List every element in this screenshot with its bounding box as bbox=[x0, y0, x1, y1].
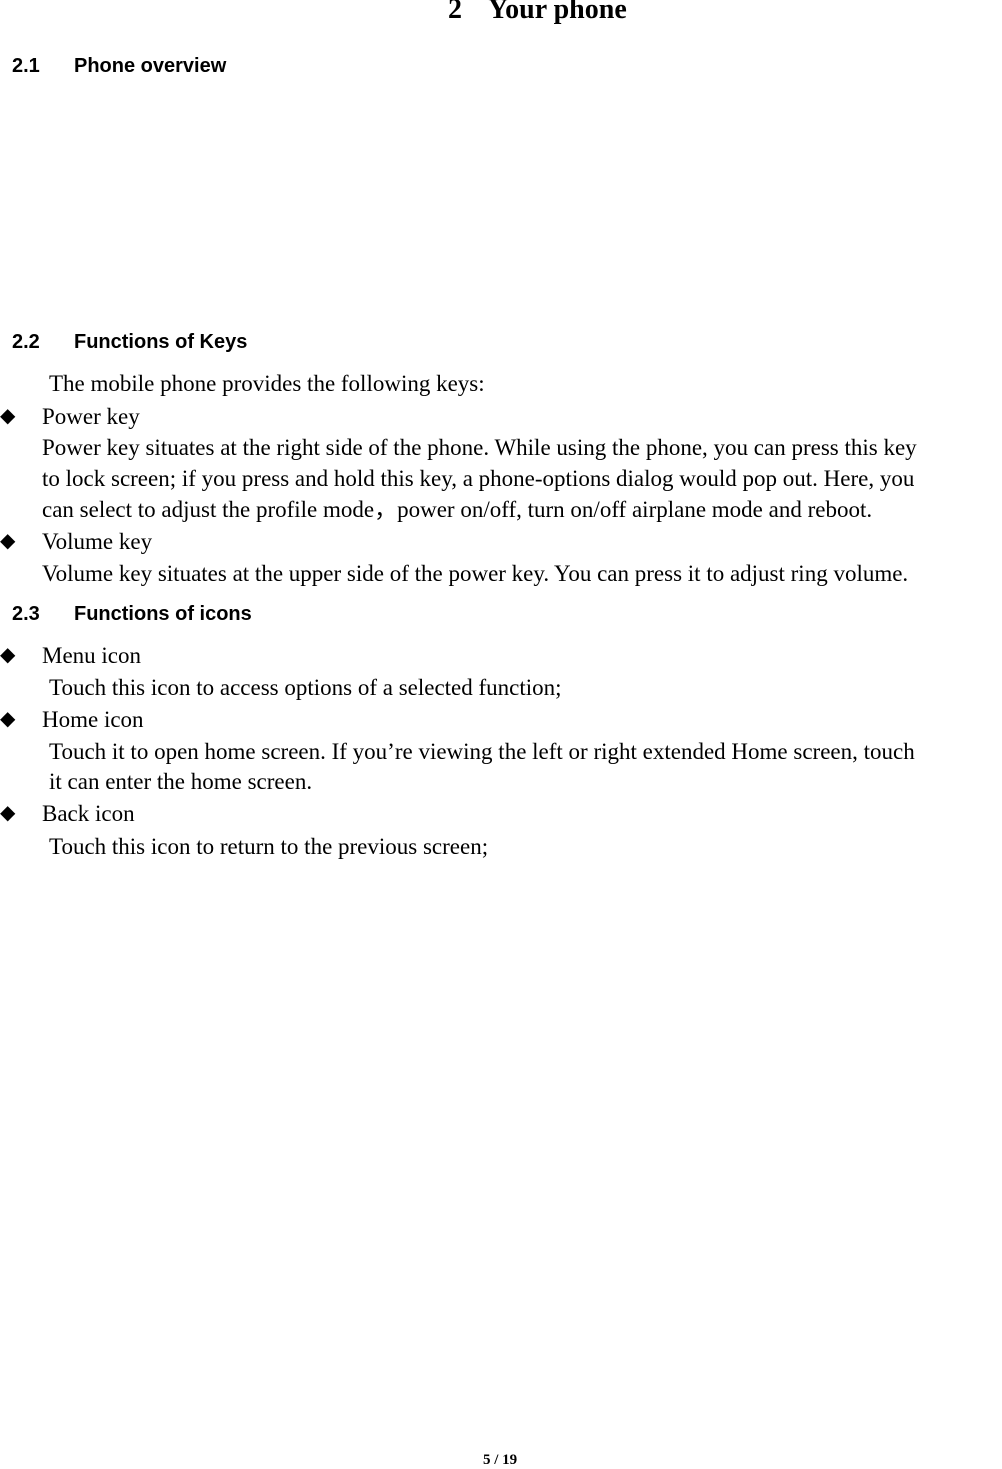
section-title: Phone overview bbox=[74, 55, 227, 77]
section-title: Functions of Keys bbox=[74, 331, 248, 353]
section-number: 2.2 bbox=[12, 331, 40, 353]
diamond-bullet-icon: ◆ bbox=[0, 802, 16, 824]
home-icon-label: Home icon bbox=[42, 707, 144, 732]
section-heading-functions-of-icons: 2.3 Functions of icons bbox=[12, 603, 252, 626]
section-title: Functions of icons bbox=[74, 603, 252, 625]
chapter-title: Your phone bbox=[488, 0, 627, 25]
section-number: 2.1 bbox=[12, 55, 40, 77]
diamond-bullet-icon: ◆ bbox=[0, 530, 16, 552]
diamond-bullet-icon: ◆ bbox=[0, 405, 16, 427]
power-key-desc-line: can select to adjust the profile mode，po… bbox=[42, 497, 873, 522]
volume-key-label: Volume key bbox=[42, 529, 153, 554]
menu-icon-desc-line: Touch this icon to access options of a s… bbox=[49, 675, 562, 700]
home-icon-desc-line: it can enter the home screen. bbox=[49, 769, 313, 794]
power-key-label: Power key bbox=[42, 404, 140, 429]
section-number: 2.3 bbox=[12, 603, 40, 625]
page-number: 5 / 19 bbox=[483, 1452, 518, 1468]
section-heading-phone-overview: 2.1 Phone overview bbox=[12, 55, 226, 78]
keys-intro: The mobile phone provides the following … bbox=[49, 371, 485, 396]
back-icon-desc-line: Touch this icon to return to the previou… bbox=[49, 834, 489, 859]
power-key-desc-line: to lock screen; if you press and hold th… bbox=[42, 466, 915, 491]
volume-key-desc-line: Volume key situates at the upper side of… bbox=[42, 561, 909, 586]
diamond-bullet-icon: ◆ bbox=[0, 708, 16, 730]
chapter-number: 2 bbox=[448, 0, 462, 25]
section-heading-functions-of-keys: 2.2 Functions of Keys bbox=[12, 331, 247, 354]
menu-icon-label: Menu icon bbox=[42, 643, 142, 668]
power-key-desc-line: Power key situates at the right side of … bbox=[42, 435, 917, 460]
home-icon-desc-line: Touch it to open home screen. If you’re … bbox=[49, 739, 915, 764]
chapter-heading: 2 Your phone bbox=[448, 0, 627, 26]
diamond-bullet-icon: ◆ bbox=[0, 644, 16, 666]
back-icon-label: Back icon bbox=[42, 801, 135, 826]
